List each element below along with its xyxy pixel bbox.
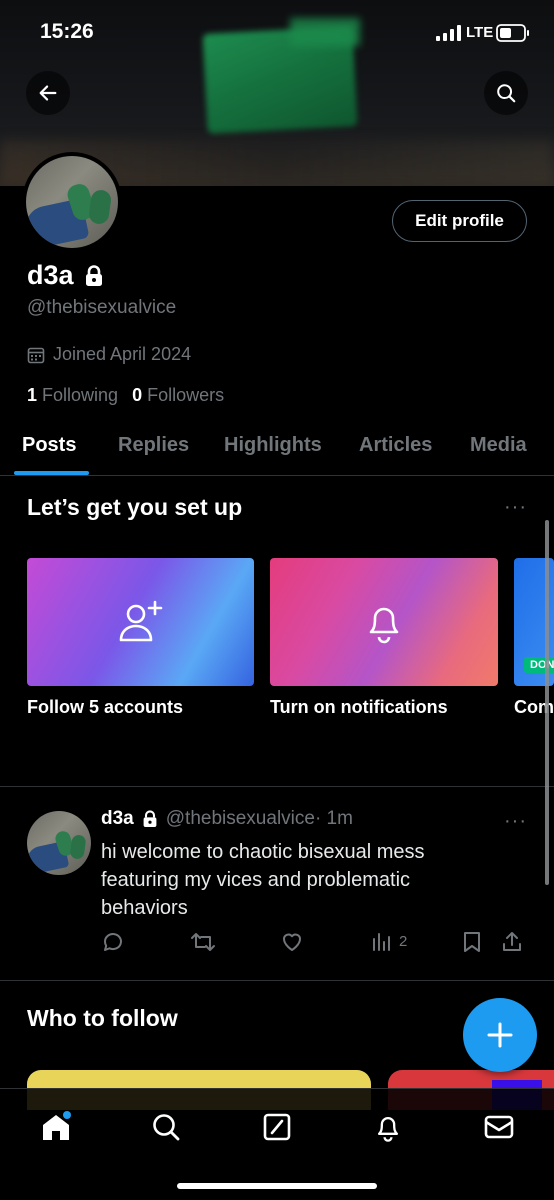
reply-icon — [104, 933, 122, 951]
tweet-header: d3a @thebisexualvice · 1m — [101, 808, 353, 830]
tab-replies[interactable]: Replies — [118, 434, 189, 457]
search-button[interactable] — [484, 71, 528, 115]
back-button[interactable] — [26, 71, 70, 115]
section-divider — [0, 980, 554, 981]
tab-media[interactable]: Media — [470, 434, 527, 457]
lock-icon — [85, 264, 102, 286]
section-divider — [0, 786, 554, 787]
grok-icon — [263, 1113, 291, 1141]
calendar-icon — [27, 347, 45, 363]
setup-title: Let’s get you set up — [27, 494, 243, 520]
repost-button[interactable] — [190, 930, 216, 954]
search-icon — [153, 1114, 180, 1141]
nav-grok[interactable] — [257, 1107, 297, 1147]
network-type: LTE — [466, 24, 494, 41]
follow-stats: 1 Following 0 Followers — [27, 385, 224, 406]
mail-icon — [484, 1115, 514, 1139]
profile-tabs: Posts Replies Highlights Articles Media — [0, 420, 554, 476]
repost-icon — [191, 933, 215, 951]
setup-more-button[interactable]: ··· — [504, 496, 527, 519]
who-to-follow-title: Who to follow — [27, 1005, 178, 1031]
profile-avatar[interactable] — [22, 152, 122, 252]
plus-icon — [487, 1022, 513, 1048]
arrow-left-icon — [39, 85, 57, 101]
followers-link[interactable]: 0 Followers — [132, 385, 224, 406]
share-icon — [503, 932, 521, 951]
notifications-label: Turn on notifications — [270, 697, 448, 717]
tweet-avatar[interactable] — [27, 811, 91, 875]
like-button[interactable] — [280, 930, 304, 954]
display-name-text: d3a — [27, 260, 74, 290]
nav-search[interactable] — [146, 1107, 186, 1147]
joined-text: Joined April 2024 — [53, 344, 192, 364]
tweet-author-handle: @thebisexualvice — [165, 808, 315, 829]
done-badge: DON — [524, 657, 554, 673]
views-count: 2 — [399, 932, 408, 950]
home-indicator[interactable] — [177, 1183, 377, 1189]
views-button[interactable]: 2 — [371, 930, 407, 952]
compose-post-button[interactable] — [463, 998, 537, 1072]
notification-dot — [63, 1111, 71, 1119]
share-button[interactable] — [501, 930, 523, 954]
battery-icon — [496, 24, 529, 42]
tweet-author-name[interactable]: d3a — [101, 808, 134, 830]
nav-messages[interactable] — [479, 1107, 519, 1147]
nav-home[interactable] — [36, 1107, 76, 1147]
lock-icon — [143, 810, 157, 827]
heart-icon — [283, 933, 301, 951]
tweet-time: · 1m — [314, 808, 353, 829]
notifications-card[interactable] — [270, 558, 498, 686]
reply-button[interactable] — [101, 930, 125, 954]
analytics-icon — [373, 933, 390, 951]
profile-handle: @thebisexualvice — [27, 297, 177, 318]
avatar-image — [26, 156, 118, 248]
status-time: 15:26 — [40, 20, 94, 43]
tab-highlights[interactable]: Highlights — [224, 434, 322, 457]
following-link[interactable]: 1 Following — [27, 385, 118, 406]
bell-icon — [369, 607, 399, 644]
display-name: d3a — [27, 260, 104, 291]
bell-icon — [377, 1116, 399, 1142]
bookmark-button[interactable] — [461, 930, 483, 954]
tweet-text: hi welcome to chaotic bisexual mess feat… — [101, 841, 425, 919]
tab-posts[interactable]: Posts — [22, 434, 76, 457]
nav-notifications[interactable] — [368, 1107, 408, 1147]
tweet-more-button[interactable]: ··· — [504, 810, 527, 833]
bookmark-icon — [464, 932, 480, 952]
tab-articles[interactable]: Articles — [359, 434, 432, 457]
active-tab-indicator — [14, 471, 89, 475]
scrollbar[interactable] — [545, 520, 549, 885]
follow-accounts-label: Follow 5 accounts — [27, 697, 184, 717]
signal-icon — [436, 25, 461, 41]
edit-profile-button[interactable]: Edit profile — [392, 200, 527, 242]
follow-accounts-card[interactable] — [27, 558, 254, 686]
add-user-icon — [119, 600, 162, 642]
search-icon — [497, 84, 516, 103]
joined-date: Joined April 2024 — [27, 344, 191, 365]
